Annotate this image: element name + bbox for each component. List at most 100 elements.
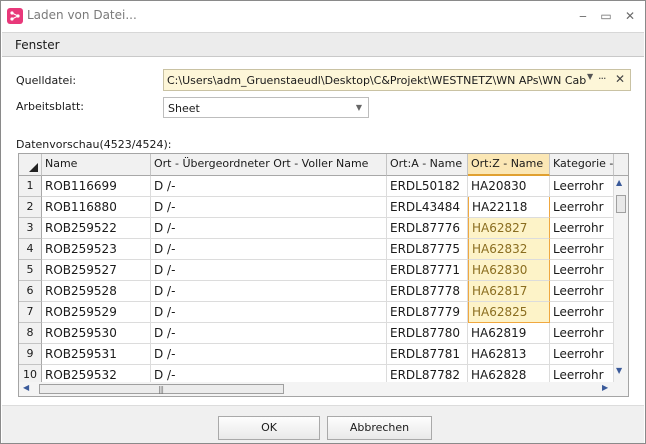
- table-cell[interactable]: Leerrohr: [550, 260, 614, 281]
- horizontal-scroll-thumb[interactable]: |||: [39, 384, 284, 394]
- column-header-ort-a-name[interactable]: Ort:A - Name: [387, 154, 468, 176]
- ok-button[interactable]: OK: [218, 416, 320, 440]
- table-cell[interactable]: ROB259522: [42, 218, 151, 239]
- row-header[interactable]: 2: [19, 197, 42, 218]
- table-cell[interactable]: D /-: [151, 323, 387, 344]
- scroll-down-icon[interactable]: ▼: [616, 366, 622, 375]
- row-header[interactable]: 7: [19, 302, 42, 323]
- vertical-scrollbar[interactable]: ▲ ▼: [614, 176, 628, 382]
- table-cell[interactable]: ERDL87778: [387, 281, 468, 302]
- row-header[interactable]: 6: [19, 281, 42, 302]
- scroll-right-icon[interactable]: ▶: [602, 383, 608, 392]
- sheet-select[interactable]: Sheet ▼: [163, 97, 369, 118]
- menu-item-fenster[interactable]: Fenster: [15, 38, 60, 52]
- table-cell[interactable]: HA62830: [468, 260, 550, 281]
- data-preview-grid[interactable]: Name Ort - Übergeordneter Ort - Voller N…: [18, 153, 629, 397]
- dialog-window: Laden von Datei... ‒ ▭ ✕ Fenster Quellda…: [0, 0, 646, 444]
- table-cell[interactable]: ROB259527: [42, 260, 151, 281]
- column-header-ort-voller-name[interactable]: Ort - Übergeordneter Ort - Voller Name: [151, 154, 387, 176]
- chevron-down-icon[interactable]: ▼: [587, 72, 593, 81]
- select-all-icon[interactable]: [29, 163, 38, 172]
- table-cell[interactable]: ERDL87781: [387, 344, 468, 365]
- table-cell[interactable]: HA62819: [468, 323, 550, 344]
- table-cell[interactable]: ERDL87782: [387, 365, 468, 382]
- table-cell[interactable]: Leerrohr: [550, 281, 614, 302]
- scroll-up-icon[interactable]: ▲: [616, 178, 622, 187]
- table-cell[interactable]: ERDL87779: [387, 302, 468, 323]
- close-button[interactable]: ✕: [619, 6, 641, 26]
- table-cell[interactable]: D /-: [151, 239, 387, 260]
- scrollbar-corner: [614, 154, 628, 176]
- table-cell[interactable]: D /-: [151, 176, 387, 197]
- table-cell[interactable]: D /-: [151, 281, 387, 302]
- table-cell[interactable]: HA62828: [468, 365, 550, 382]
- table-cell[interactable]: ROB259532: [42, 365, 151, 382]
- grid-corner[interactable]: [19, 154, 42, 176]
- table-cell[interactable]: Leerrohr: [550, 302, 614, 323]
- source-file-label: Quelldatei:: [16, 74, 77, 87]
- dialog-footer: OK Abbrechen: [2, 405, 644, 443]
- table-cell[interactable]: D /-: [151, 344, 387, 365]
- row-header[interactable]: 4: [19, 239, 42, 260]
- data-preview-label: Datenvorschau(4523/4524):: [16, 138, 172, 151]
- sheet-select-value: Sheet: [168, 102, 200, 115]
- app-icon: [7, 8, 23, 24]
- row-header[interactable]: 5: [19, 260, 42, 281]
- column-header-kategorie[interactable]: Kategorie -: [550, 154, 614, 176]
- table-cell[interactable]: ERDL50182: [387, 176, 468, 197]
- table-cell[interactable]: Leerrohr: [550, 323, 614, 344]
- table-cell[interactable]: ROB259530: [42, 323, 151, 344]
- table-cell[interactable]: ERDL87780: [387, 323, 468, 344]
- chevron-down-icon[interactable]: ▼: [356, 103, 362, 112]
- table-cell[interactable]: Leerrohr: [550, 197, 614, 218]
- table-cell[interactable]: Leerrohr: [550, 344, 614, 365]
- maximize-button[interactable]: ▭: [595, 6, 617, 26]
- minimize-button[interactable]: ‒: [572, 6, 594, 26]
- table-cell[interactable]: D /-: [151, 197, 387, 218]
- table-cell[interactable]: D /-: [151, 260, 387, 281]
- table-cell[interactable]: ERDL87771: [387, 260, 468, 281]
- cancel-button[interactable]: Abbrechen: [327, 416, 432, 440]
- table-cell[interactable]: HA62813: [468, 344, 550, 365]
- table-cell[interactable]: HA62827: [468, 218, 550, 239]
- column-header-name[interactable]: Name: [42, 154, 151, 176]
- table-cell[interactable]: Leerrohr: [550, 218, 614, 239]
- table-cell[interactable]: HA62832: [468, 239, 550, 260]
- grip-icon: |||: [158, 385, 164, 394]
- table-cell[interactable]: D /-: [151, 218, 387, 239]
- source-file-path[interactable]: C:\Users\adm_Gruenstaeudl\Desktop\C&Proj…: [167, 74, 587, 87]
- table-cell[interactable]: ROB116880: [42, 197, 151, 218]
- table-cell[interactable]: ERDL43484: [387, 197, 468, 218]
- row-header[interactable]: 9: [19, 344, 42, 365]
- table-cell[interactable]: D /-: [151, 302, 387, 323]
- table-cell[interactable]: ROB259523: [42, 239, 151, 260]
- window-title: Laden von Datei...: [27, 8, 137, 22]
- table-cell[interactable]: ROB259529: [42, 302, 151, 323]
- table-cell[interactable]: HA22118: [468, 197, 550, 218]
- table-cell[interactable]: HA20830: [468, 176, 550, 197]
- column-header-ort-z-name[interactable]: Ort:Z - Name: [468, 154, 550, 176]
- title-bar[interactable]: Laden von Datei... ‒ ▭ ✕: [1, 1, 645, 32]
- clear-icon[interactable]: ✕: [615, 72, 625, 86]
- table-cell[interactable]: HA62817: [468, 281, 550, 302]
- table-cell[interactable]: ROB116699: [42, 176, 151, 197]
- table-cell[interactable]: HA62825: [468, 302, 550, 323]
- row-header[interactable]: 8: [19, 323, 42, 344]
- row-header[interactable]: 1: [19, 176, 42, 197]
- row-header[interactable]: 3: [19, 218, 42, 239]
- table-cell[interactable]: Leerrohr: [550, 176, 614, 197]
- horizontal-scrollbar[interactable]: ◀ ||| ▶: [19, 382, 628, 396]
- scroll-left-icon[interactable]: ◀: [23, 383, 29, 392]
- table-cell[interactable]: Leerrohr: [550, 365, 614, 382]
- table-cell[interactable]: ROB259528: [42, 281, 151, 302]
- source-file-field[interactable]: C:\Users\adm_Gruenstaeudl\Desktop\C&Proj…: [163, 69, 631, 91]
- row-header[interactable]: 10: [19, 365, 42, 382]
- sheet-label: Arbeitsblatt:: [16, 100, 85, 113]
- table-cell[interactable]: ROB259531: [42, 344, 151, 365]
- table-cell[interactable]: ERDL87775: [387, 239, 468, 260]
- vertical-scroll-thumb[interactable]: [616, 195, 626, 213]
- table-cell[interactable]: D /-: [151, 365, 387, 382]
- browse-icon[interactable]: ···: [598, 72, 606, 85]
- table-cell[interactable]: Leerrohr: [550, 239, 614, 260]
- table-cell[interactable]: ERDL87776: [387, 218, 468, 239]
